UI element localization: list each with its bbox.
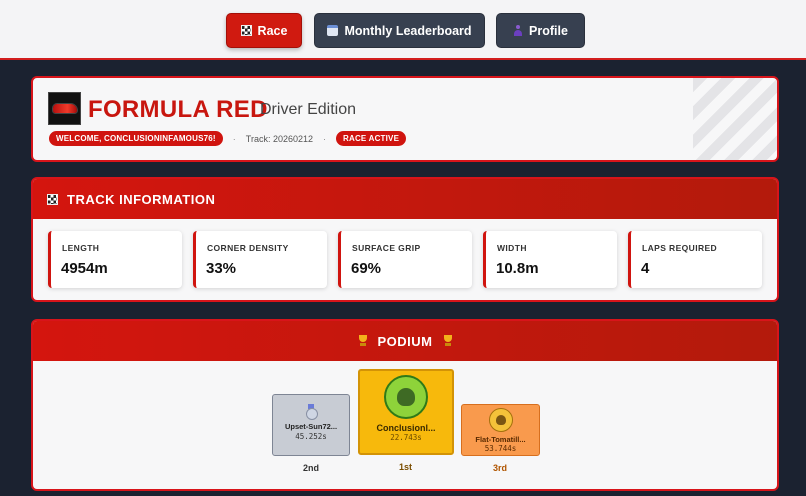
game-subtitle: Driver Edition — [260, 101, 357, 118]
first-place-label: 1st — [399, 462, 413, 472]
race-tab-button[interactable]: Race — [226, 13, 302, 48]
podium-title: PODIUM — [377, 333, 433, 349]
snoo-avatar-icon — [495, 415, 506, 425]
track-information-card: TRACK INFORMATION LENGTH 4954m CORNER DE… — [31, 177, 779, 302]
stat-label: CORNER DENSITY — [207, 243, 289, 253]
profile-tab-button[interactable]: Profile — [496, 13, 585, 48]
calendar-icon — [327, 25, 339, 36]
first-place-name: Conclusionl... — [376, 423, 436, 433]
stat-corner-density: CORNER DENSITY 33% — [193, 231, 327, 288]
separator-dot: · — [232, 133, 236, 144]
stat-width: WIDTH 10.8m — [483, 231, 617, 288]
race-status-badge: RACE ACTIVE — [336, 131, 407, 146]
stat-laps-required: LAPS REQUIRED 4 — [628, 231, 762, 288]
snoo-avatar-icon — [397, 388, 415, 406]
stat-label: LENGTH — [62, 243, 100, 253]
third-place-label: 3rd — [493, 463, 508, 473]
second-place-time: 45.252s — [295, 432, 327, 441]
second-place-name: Upset-Sun72... — [284, 422, 338, 431]
person-icon — [513, 25, 523, 36]
monthly-leaderboard-tab-button[interactable]: Monthly Leaderboard — [314, 13, 485, 48]
podium-header: PODIUM — [33, 321, 777, 361]
stat-value: 4954m — [61, 260, 108, 277]
profile-tab-label: Profile — [529, 23, 568, 38]
stat-surface-grip: SURFACE GRIP 69% — [338, 231, 472, 288]
track-information-title: TRACK INFORMATION — [67, 191, 216, 207]
podium-third-place[interactable]: Flat-Tomatill... 53.744s — [461, 404, 540, 456]
third-place-name: Flat-Tomatill... — [475, 435, 526, 444]
first-place-time: 22.743s — [390, 433, 422, 442]
game-title: FORMULA RED — [88, 96, 268, 123]
header-meta-row: WELCOME, CONCLUSIONINFAMOUS76! · Track: … — [49, 131, 407, 146]
stat-label: WIDTH — [497, 243, 527, 253]
trophy-icon — [442, 335, 454, 347]
winner-avatar — [384, 375, 428, 419]
separator-dot: · — [323, 133, 326, 144]
stat-label: LAPS REQUIRED — [642, 243, 718, 253]
track-id: Track: 20260212 — [245, 133, 313, 144]
podium-first-place[interactable]: Conclusionl... 22.743s — [358, 369, 454, 455]
decorative-stripes — [693, 78, 777, 160]
race-tab-label: Race — [257, 23, 288, 38]
podium-card: PODIUM Upset-Sun72... 45.252s Conclusion… — [31, 319, 779, 491]
trophy-icon — [357, 335, 369, 347]
third-place-avatar — [488, 408, 513, 432]
stat-length: LENGTH 4954m — [48, 231, 182, 288]
welcome-badge: WELCOME, CONCLUSIONINFAMOUS76! — [49, 131, 223, 146]
checkered-flag-icon — [47, 193, 58, 205]
second-place-label: 2nd — [303, 463, 320, 473]
stat-value: 10.8m — [496, 260, 539, 277]
podium-second-place[interactable]: Upset-Sun72... 45.252s — [272, 394, 350, 456]
stat-value: 33% — [206, 260, 237, 277]
silver-medal-icon — [305, 404, 318, 420]
leaderboard-tab-label: Monthly Leaderboard — [344, 23, 472, 38]
top-navigation: Race Monthly Leaderboard Profile — [0, 0, 806, 60]
stat-label: SURFACE GRIP — [352, 243, 421, 253]
formula-car-logo-icon — [48, 92, 81, 125]
stat-value: 69% — [351, 260, 382, 277]
game-header-card: FORMULA RED Driver Edition WELCOME, CONC… — [31, 76, 779, 162]
track-information-header: TRACK INFORMATION — [33, 179, 777, 219]
checkered-flag-icon — [240, 25, 252, 36]
third-place-time: 53.744s — [484, 444, 517, 453]
stat-value: 4 — [641, 260, 650, 277]
race-car-icon — [52, 104, 77, 113]
